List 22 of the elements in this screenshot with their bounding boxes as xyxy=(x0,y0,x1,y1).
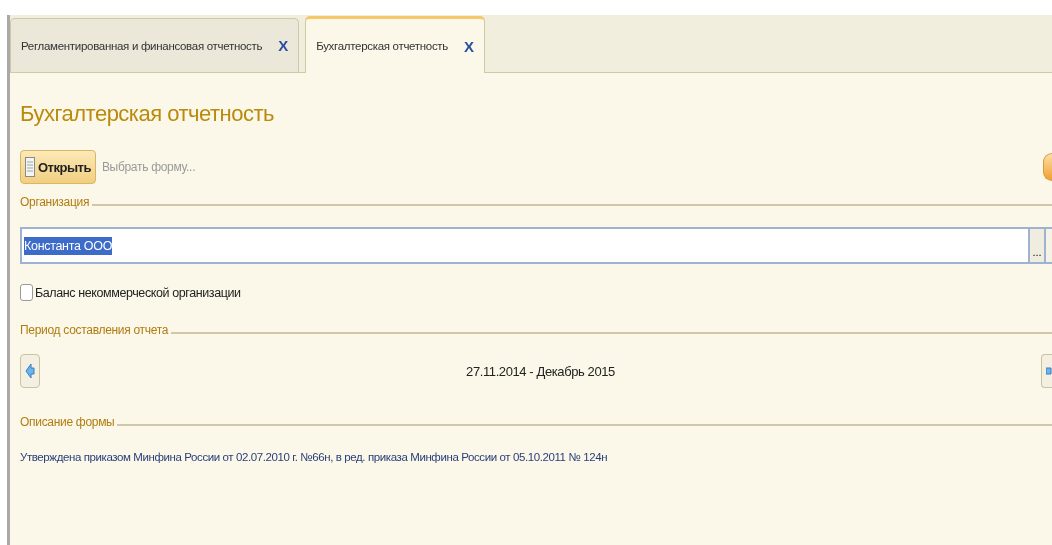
page-title: Бухгалтерская отчетность xyxy=(20,101,276,127)
section-label: Организация xyxy=(20,195,90,209)
left-arrow-icon xyxy=(25,363,35,379)
next-period-button[interactable] xyxy=(1041,354,1052,388)
document-icon xyxy=(25,157,35,177)
checkbox[interactable] xyxy=(20,284,33,301)
close-button[interactable]: X xyxy=(464,37,475,55)
choice-button[interactable]: ... xyxy=(1030,227,1046,264)
section-label: Описание формы xyxy=(20,415,115,429)
tab-label: Бухгалтерская отчетность xyxy=(316,40,449,52)
organization-field[interactable]: Константа ООО xyxy=(20,227,1030,264)
tab[interactable]: Бухгалтерская отчетность X xyxy=(305,16,486,73)
tab[interactable]: Регламентированная и финансовая отчетность X xyxy=(10,18,300,72)
open-button[interactable]: Открыть xyxy=(20,150,96,184)
tab-label: Регламентированная и финансовая отчетность xyxy=(21,39,263,52)
close-button[interactable]: X xyxy=(278,37,289,54)
form-description: Утверждена приказом Минфина России от 02.07.2010 г. №66н, в ред. приказа Минфина России от 05.10.2011 № 124н xyxy=(20,451,609,463)
checkbox-label: Баланс некоммерческой организации xyxy=(35,285,241,300)
section-label: Период составления отчета xyxy=(20,323,169,337)
previous-period-button[interactable] xyxy=(20,354,40,388)
field-value: Константа ООО xyxy=(24,236,113,255)
period-value: 27.11.2014 - Декабрь 2015 xyxy=(465,363,616,379)
